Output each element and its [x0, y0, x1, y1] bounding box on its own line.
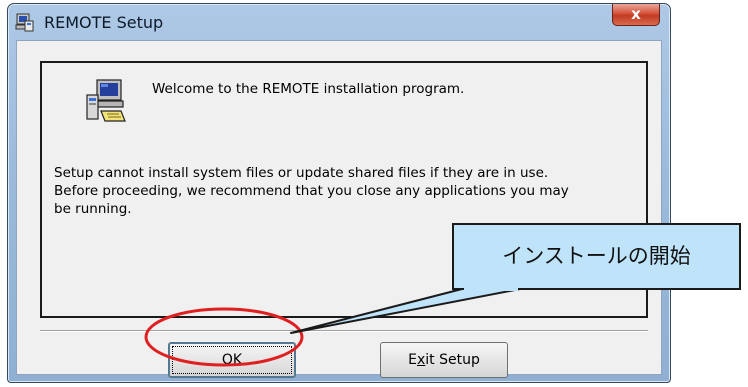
focus-rectangle	[172, 346, 292, 374]
welcome-message: Welcome to the REMOTE installation progr…	[152, 81, 465, 97]
setup-info-text: Setup cannot install system files or upd…	[54, 164, 634, 218]
title-bar[interactable]: REMOTE Setup x	[8, 4, 670, 40]
setup-computer-icon	[14, 12, 36, 34]
separator	[40, 330, 648, 332]
exit-setup-button[interactable]: Exit Setup	[380, 342, 508, 378]
exit-setup-label: Exit Setup	[408, 352, 480, 368]
close-icon: x	[631, 5, 641, 23]
info-line: Setup cannot install system files or upd…	[54, 165, 549, 181]
info-line: Before proceeding, we recommend that you…	[54, 183, 569, 199]
dialog-body: Welcome to the REMOTE installation progr…	[16, 40, 662, 378]
info-line: be running.	[54, 201, 132, 217]
computer-install-icon	[83, 77, 131, 125]
window-title: REMOTE Setup	[44, 13, 164, 32]
annotation-callout: インストールの開始	[452, 223, 741, 290]
close-button[interactable]: x	[612, 4, 660, 26]
setup-window: REMOTE Setup x Welcome to the REMOTE ins…	[7, 3, 671, 383]
ok-button[interactable]: OK	[168, 342, 296, 378]
